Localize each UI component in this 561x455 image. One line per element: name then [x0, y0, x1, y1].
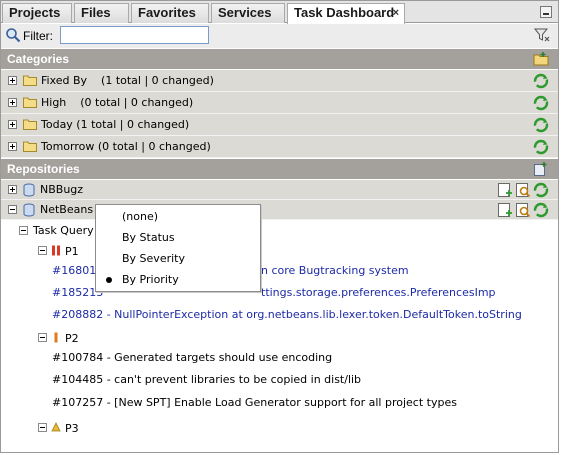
selected-bullet-icon [106, 277, 112, 283]
task-dashboard-window: Projects Files Favorites Services Task D… [0, 0, 559, 453]
expand-icon[interactable] [8, 98, 17, 107]
refresh-icon[interactable] [533, 95, 549, 111]
menu-item-by-priority[interactable]: By Priority [96, 270, 260, 290]
folder-icon [23, 119, 37, 130]
expand-icon[interactable] [8, 76, 17, 85]
menu-item-label: By Severity [122, 252, 185, 265]
search-task-icon[interactable] [515, 202, 531, 218]
refresh-icon[interactable] [533, 73, 549, 89]
priority-group-label[interactable]: P1 [65, 245, 79, 258]
priority-p3-icon [51, 422, 61, 432]
collapse-icon[interactable] [38, 333, 47, 342]
menu-item-label: (none) [122, 210, 159, 223]
task-link[interactable]: #208882 - NullPointerException at org.ne… [52, 308, 522, 321]
task-item[interactable]: #107257 - [New SPT] Enable Load Generato… [52, 396, 457, 409]
priority-p1-icon [52, 245, 60, 256]
priority-group-label[interactable]: P2 [65, 332, 79, 345]
sort-popup-menu: (none) By Status By Severity By Priority [95, 204, 261, 292]
expand-icon[interactable] [8, 185, 17, 194]
category-label: High (0 total | 0 changed) [41, 96, 194, 109]
database-icon [23, 203, 35, 217]
collapse-icon[interactable] [38, 246, 47, 255]
tab-label: Services [218, 5, 272, 20]
repositories-header: Repositories [1, 159, 558, 179]
repository-label: NBBugz [40, 183, 84, 196]
close-icon[interactable]: × [393, 4, 399, 22]
new-task-icon[interactable] [497, 182, 513, 198]
refresh-icon[interactable] [533, 182, 549, 198]
tab-label: Favorites [138, 5, 196, 20]
category-label: Today (1 total | 0 changed) [41, 118, 190, 131]
task-item[interactable]: #100784 - Generated targets should use e… [52, 351, 332, 364]
menu-item-label: By Status [122, 231, 175, 244]
tab-bar: Projects Files Favorites Services Task D… [1, 1, 558, 24]
minimize-button[interactable] [540, 6, 552, 18]
tab-label: Files [81, 5, 111, 20]
tab-projects[interactable]: Projects [2, 3, 72, 23]
repositories-title: Repositories [7, 162, 80, 176]
tab-label: Task Dashboard [294, 5, 395, 20]
task-item[interactable]: #104485 - can't prevent libraries to be … [52, 373, 361, 386]
refresh-icon[interactable] [533, 139, 549, 155]
menu-item-none[interactable]: (none) [96, 207, 260, 227]
task-link-tail[interactable]: n core Bugtracking system [261, 264, 409, 277]
collapse-icon[interactable] [19, 226, 28, 235]
menu-item-label: By Priority [122, 273, 179, 286]
repository-row-netbeans[interactable]: NetBeans [1, 200, 558, 220]
category-label: Fixed By (1 total | 0 changed) [41, 74, 214, 87]
repository-label: NetBeans [40, 203, 94, 216]
refresh-icon[interactable] [533, 117, 549, 133]
tab-label: Projects [9, 5, 61, 20]
categories-title: Categories [7, 52, 70, 66]
repository-row-nbbugz[interactable]: NBBugz [1, 180, 558, 200]
tab-task-dashboard[interactable]: Task Dashboard × [287, 3, 405, 24]
filter-bar: Filter: [1, 24, 558, 48]
category-row-fixed-by[interactable]: Fixed By (1 total | 0 changed) [1, 70, 558, 92]
tab-files[interactable]: Files [74, 3, 129, 23]
folder-icon [23, 75, 37, 86]
menu-item-by-severity[interactable]: By Severity [96, 249, 260, 269]
filter-label: Filter: [23, 29, 53, 43]
refresh-icon[interactable] [533, 202, 549, 218]
tab-services[interactable]: Services [211, 3, 285, 23]
search-task-icon[interactable] [515, 182, 531, 198]
add-repository-icon[interactable] [533, 161, 549, 177]
add-category-icon[interactable] [533, 51, 549, 67]
search-icon[interactable] [5, 27, 21, 43]
task-link-tail[interactable]: ttings.storage.preferences.PreferencesIm… [261, 286, 496, 299]
categories-header: Categories [1, 49, 558, 69]
database-icon [23, 183, 35, 197]
new-task-icon[interactable] [497, 202, 513, 218]
category-row-today[interactable]: Today (1 total | 0 changed) [1, 114, 558, 136]
tab-favorites[interactable]: Favorites [131, 3, 209, 23]
collapse-icon[interactable] [38, 423, 47, 432]
expand-icon[interactable] [8, 142, 17, 151]
filter-input[interactable] [60, 26, 209, 44]
collapse-icon[interactable] [8, 205, 17, 214]
task-query-label[interactable]: Task Query [33, 224, 94, 237]
menu-item-by-status[interactable]: By Status [96, 228, 260, 248]
folder-icon [23, 141, 37, 152]
category-row-tomorrow[interactable]: Tomorrow (0 total | 0 changed) [1, 136, 558, 158]
category-row-high[interactable]: High (0 total | 0 changed) [1, 92, 558, 114]
folder-icon [23, 97, 37, 108]
priority-p2-icon [54, 332, 58, 343]
category-label: Tomorrow (0 total | 0 changed) [41, 140, 211, 153]
priority-group-label[interactable]: P3 [65, 422, 79, 435]
expand-icon[interactable] [8, 120, 17, 129]
filter-funnel-icon[interactable] [534, 27, 550, 43]
